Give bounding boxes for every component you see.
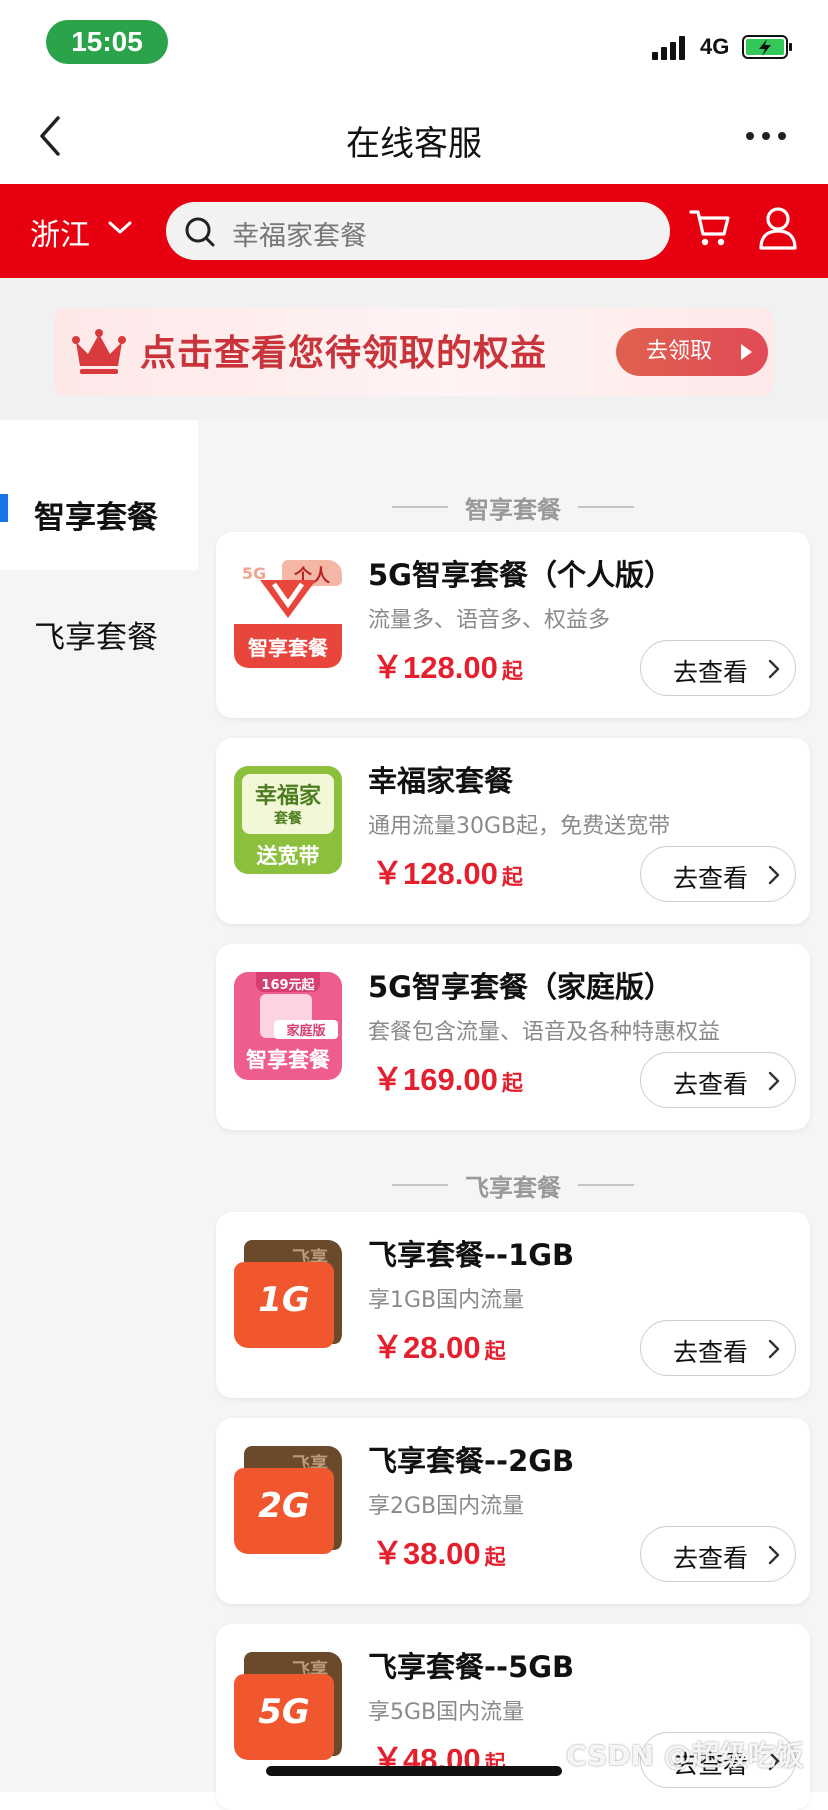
sidebar-item-zhixiang[interactable]: 智享套餐 <box>0 420 198 570</box>
view-button[interactable]: 去查看 <box>640 846 796 902</box>
package-card[interactable]: 169元起 家庭版 智享套餐 5G智享套餐（家庭版） 套餐包含流量、语音及各种特… <box>216 944 810 1130</box>
region-selector[interactable]: 浙江 <box>30 210 90 254</box>
crown-icon <box>72 329 126 374</box>
view-button[interactable]: 去查看 <box>640 1320 796 1376</box>
promo-text: 点击查看您待领取的权益 <box>140 333 548 374</box>
more-options-icon[interactable] <box>744 126 788 146</box>
section-header: 智享套餐 <box>198 484 828 524</box>
chevron-right-icon <box>768 659 780 679</box>
sidebar-item-label: 飞享套餐 <box>34 620 158 656</box>
package-desc: 流量多、语音多、权益多 <box>368 608 611 633</box>
search-icon <box>185 217 215 247</box>
thumb-label: 智享套餐 <box>248 636 328 660</box>
battery-charging-icon <box>742 35 792 59</box>
page-title: 在线客服 <box>346 124 482 164</box>
active-indicator <box>0 494 8 522</box>
package-thumbnail: 个人 5G 智享套餐 <box>234 560 342 668</box>
chevron-right-icon <box>768 865 780 885</box>
package-title: 飞享套餐--5GB <box>368 1650 575 1684</box>
package-desc: 享1GB国内流量 <box>368 1288 525 1313</box>
network-type: 4G <box>700 34 730 59</box>
view-button[interactable]: 去查看 <box>640 1052 796 1108</box>
v-badge-icon <box>260 580 316 618</box>
chevron-right-icon <box>768 1339 780 1359</box>
package-price: ￥128.00 起 <box>372 856 523 891</box>
package-thumbnail: 169元起 家庭版 智享套餐 <box>234 972 342 1080</box>
search-header: 浙江 幸福家套餐 <box>0 184 828 278</box>
thumb-line2: 套餐 <box>274 811 302 827</box>
watermark: CSDN @超级吃饭 <box>566 1739 804 1772</box>
search-input[interactable]: 幸福家套餐 <box>166 202 670 260</box>
package-desc: 享5GB国内流量 <box>368 1700 525 1725</box>
package-card[interactable]: 飞享 1G 飞享套餐--1GB 享1GB国内流量 ￥28.00 起 去查看 <box>216 1212 810 1398</box>
play-arrow-icon <box>741 344 752 360</box>
banner-area: 点击查看您待领取的权益 去领取 <box>0 278 828 420</box>
package-price: ￥28.00 起 <box>372 1330 506 1365</box>
thumb-line1: 幸福家 <box>254 784 321 809</box>
package-price: ￥38.00 起 <box>372 1536 506 1571</box>
view-button-label: 去查看 <box>673 1544 749 1573</box>
thumb-label: 1G <box>258 1280 310 1320</box>
package-thumbnail: 飞享 1G <box>234 1240 342 1348</box>
user-icon[interactable] <box>756 204 800 252</box>
status-time: 15:05 <box>46 20 168 64</box>
thumb-sub: 家庭版 <box>274 1020 338 1039</box>
package-card[interactable]: 幸福家 套餐 送宽带 幸福家套餐 通用流量30GB起，免费送宽带 ￥128.00… <box>216 738 810 924</box>
package-title: 飞享套餐--2GB <box>368 1444 575 1478</box>
section-title: 智享套餐 <box>465 496 561 524</box>
package-price: ￥169.00 起 <box>372 1062 523 1097</box>
chevron-right-icon <box>768 1545 780 1565</box>
package-thumbnail: 飞享 2G <box>234 1446 342 1554</box>
view-button[interactable]: 去查看 <box>640 640 796 696</box>
view-button-label: 去查看 <box>673 1338 749 1367</box>
package-price: ￥128.00 起 <box>372 650 523 685</box>
category-sidebar: 智享套餐 飞享套餐 <box>0 420 198 1792</box>
search-placeholder: 幸福家套餐 <box>232 221 367 252</box>
package-desc: 享2GB国内流量 <box>368 1494 525 1519</box>
sidebar-item-label: 智享套餐 <box>34 500 158 536</box>
thumb-label: 送宽带 <box>256 844 320 868</box>
package-thumbnail: 幸福家 套餐 送宽带 <box>234 766 342 874</box>
package-desc: 通用流量30GB起，免费送宽带 <box>368 814 671 839</box>
view-button-label: 去查看 <box>673 864 749 893</box>
thumb-label: 2G <box>258 1486 310 1526</box>
claim-button[interactable]: 去领取 <box>616 328 768 376</box>
package-thumbnail: 飞享 5G <box>234 1652 342 1760</box>
package-card[interactable]: 飞享 5G 飞享套餐--5GB 享5GB国内流量 ￥48.00 起 去查看 <box>216 1624 810 1810</box>
cart-icon[interactable] <box>688 206 732 250</box>
package-title: 5G智享套餐（个人版） <box>368 558 673 592</box>
status-bar: 15:05 4G <box>0 0 828 90</box>
claim-button-label: 去领取 <box>646 339 713 364</box>
signal-icon <box>652 34 692 60</box>
home-indicator[interactable] <box>266 1766 562 1776</box>
section-header: 飞享套餐 <box>198 1162 828 1202</box>
nav-bar: 在线客服 <box>0 90 828 184</box>
package-title: 5G智享套餐（家庭版） <box>368 970 673 1004</box>
view-button-label: 去查看 <box>673 658 749 687</box>
thumb-tag: 169元起 <box>261 978 315 993</box>
thumb-label: 智享套餐 <box>246 1048 330 1072</box>
view-button[interactable]: 去查看 <box>640 1526 796 1582</box>
package-list: 智享套餐 个人 5G 智享套餐 5G智享套餐（个人版） 流量多、语音多、权益多 … <box>198 420 828 1810</box>
chevron-right-icon <box>768 1071 780 1091</box>
chevron-down-icon[interactable] <box>106 218 134 238</box>
package-desc: 套餐包含流量、语音及各种特惠权益 <box>368 1020 721 1045</box>
view-button-label: 去查看 <box>673 1070 749 1099</box>
package-card[interactable]: 飞享 2G 飞享套餐--2GB 享2GB国内流量 ￥38.00 起 去查看 <box>216 1418 810 1604</box>
thumb-label: 5G <box>258 1692 310 1732</box>
promo-banner[interactable]: 点击查看您待领取的权益 去领取 <box>54 308 774 396</box>
sidebar-item-feixiang[interactable]: 飞享套餐 <box>0 570 198 720</box>
package-title: 飞享套餐--1GB <box>368 1238 575 1272</box>
package-card[interactable]: 个人 5G 智享套餐 5G智享套餐（个人版） 流量多、语音多、权益多 ￥128.… <box>216 532 810 718</box>
package-title: 幸福家套餐 <box>368 764 514 798</box>
section-title: 飞享套餐 <box>465 1174 561 1202</box>
